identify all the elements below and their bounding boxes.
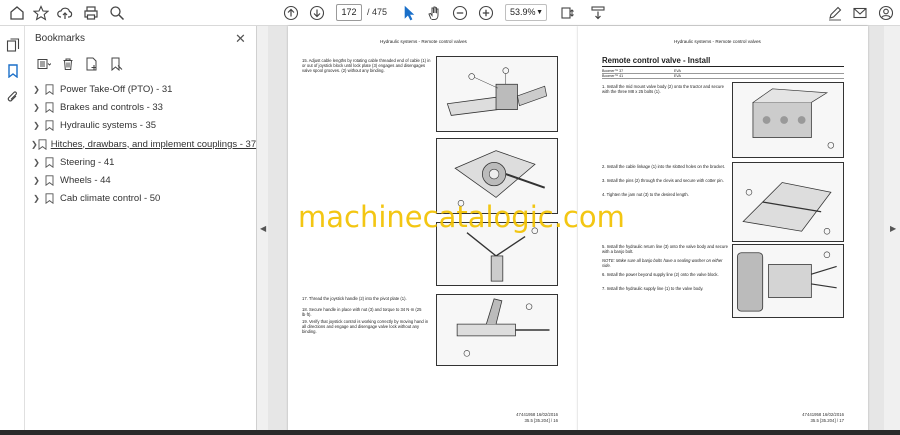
step-text: 19. Verify that joystick control is work… [302,319,429,335]
page-footer-number: 35.5 [35.204] / 17 [810,418,844,423]
navigation-rail [0,26,25,435]
zoom-in-icon[interactable] [476,3,496,23]
chevron-down-icon: ▼ [536,9,543,16]
figure-image [732,244,844,318]
attachments-icon[interactable] [4,88,21,105]
scroll-mode-icon[interactable] [588,3,608,23]
bookmark-icon [42,157,56,168]
figure-image [732,162,844,242]
bookmark-item[interactable]: ❯ Power Take-Off (PTO) - 31 [31,80,251,98]
bookmark-icon [42,120,56,132]
bookmark-icon [42,102,56,113]
watermark-text: machinecatalogic.com [298,200,625,234]
expand-panel-icon[interactable]: ▶ [890,224,896,233]
bookmark-icon [42,193,56,205]
home-icon[interactable] [7,3,27,23]
top-toolbar: 172 / 475 53.9% ▼ [0,0,900,26]
chevron-right-icon[interactable]: ❯ [31,194,42,203]
upload-cloud-icon[interactable] [55,3,75,23]
bookmarks-panel-icon[interactable] [4,62,21,79]
note-text: NOTE: Make sure all banjo bolts have a s… [602,258,723,269]
bookmark-label: Wheels - 44 [60,175,111,187]
bookmark-item[interactable]: ❯ Brakes and controls - 33 [31,98,251,116]
bookmark-item[interactable]: ❯ Wheels - 44 [31,171,251,189]
zoom-level-value: 53.9% [510,7,536,17]
step-text: 6. Install the power beyond supply line … [602,272,719,277]
page-fit-icon[interactable] [557,3,577,23]
step-text: 17. Thread the joystick handle (2) into … [302,296,407,301]
chevron-right-icon[interactable]: ❯ [31,121,42,130]
step-text: 1. Install the mid mount valve body (2) … [602,84,724,95]
bookmark-tools [35,55,125,73]
table-cell: EVA [674,69,681,73]
step-text: 18. Secure handle in place with nut (3) … [302,307,422,318]
page-count: / 475 [367,7,388,17]
close-icon[interactable]: ✕ [235,31,246,47]
bookmark-icon [42,83,56,95]
bookmark-label: Brakes and controls - 33 [60,101,163,113]
table-cell: EVA [674,74,681,78]
step-text: 7. Install the hydraulic supply line (1)… [602,286,704,291]
step-text: 3. Install the pins (2) through the clev… [602,178,724,183]
collapse-panel-icon[interactable]: ◀ [260,224,266,233]
bookmark-tag-icon[interactable] [107,56,125,72]
bookmark-icon [42,175,56,187]
zoom-level-select[interactable]: 53.9% ▼ [505,4,547,21]
figure-image [732,82,844,158]
print-icon[interactable] [81,3,101,23]
step-text: 4. Tighten the jam nut (3) to the desire… [602,192,689,197]
zoom-out-icon[interactable] [450,3,470,23]
page-footer-code: 47441958 16/02/2016 [802,412,844,417]
applicability-table: Boomer™ 37 EVA Boomer™ 41 EVA [602,69,844,79]
table-cell: Boomer™ 41 [602,74,624,78]
step-text: 5. Install the hydraulic return line (3)… [602,244,728,255]
select-cursor-icon[interactable] [399,3,419,23]
chevron-right-icon[interactable]: ❯ [31,158,42,167]
step-text: 2. Install the cable linkage (1) into th… [602,164,725,169]
page-footer-number: 35.5 [35.204] / 16 [524,418,558,423]
options-menu-icon[interactable] [35,56,53,72]
figure-image [436,56,558,132]
bookmark-star-icon[interactable] [31,3,51,23]
page-header: Hydraulic systems - Remote control valve… [674,39,761,44]
new-bookmark-icon[interactable] [83,56,101,72]
bookmarks-title: Bookmarks [35,33,86,44]
search-icon[interactable] [107,3,127,23]
chevron-right-icon[interactable]: ❯ [31,103,42,112]
hand-tool-icon[interactable] [424,3,444,23]
bookmark-item[interactable]: ❯ Steering - 41 [31,153,251,171]
bookmark-item[interactable]: ❯ Cab climate control - 50 [31,190,251,208]
table-row: Boomer™ 41 EVA [602,74,844,79]
bookmark-label: Steering - 41 [60,156,115,168]
table-cell: Boomer™ 37 [602,69,624,73]
page-header: Hydraulic systems - Remote control valve… [380,39,467,44]
bottom-bar [0,430,900,435]
bookmark-label: Hitches, drawbars, and implement couplin… [50,138,257,150]
bookmark-icon [38,138,47,150]
page-thumbnails-icon[interactable] [4,36,21,53]
email-icon[interactable] [850,3,870,23]
page-number-input[interactable]: 172 [336,4,362,21]
bookmark-item[interactable]: ❯ Hydraulic systems - 35 [31,117,251,135]
chevron-right-icon[interactable]: ❯ [31,176,42,185]
account-icon[interactable] [876,3,896,23]
bookmark-list: ❯ Power Take-Off (PTO) - 31 ❯ Brakes and… [31,80,256,208]
bookmark-label: Cab climate control - 50 [60,193,161,205]
page-footer-code: 47441958 16/02/2016 [516,412,558,417]
section-title: Remote control valve - Install [602,56,844,67]
bookmark-label: Power Take-Off (PTO) - 31 [60,83,173,95]
chevron-right-icon[interactable]: ❯ [31,140,38,149]
previous-page-icon[interactable] [281,3,301,23]
delete-icon[interactable] [59,56,77,72]
bookmark-item[interactable]: ❯ Hitches, drawbars, and implement coupl… [31,135,256,153]
chevron-right-icon[interactable]: ❯ [31,85,42,94]
sign-pen-icon[interactable] [825,3,845,23]
bookmark-label: Hydraulic systems - 35 [60,120,157,132]
next-page-icon[interactable] [307,3,327,23]
figure-image [436,294,558,366]
step-text: 15. Adjust cable lengths by rotating cab… [302,58,431,74]
bookmarks-panel: Bookmarks ✕ ❯ Power Take-Off (PTO) - 31 … [25,26,257,435]
